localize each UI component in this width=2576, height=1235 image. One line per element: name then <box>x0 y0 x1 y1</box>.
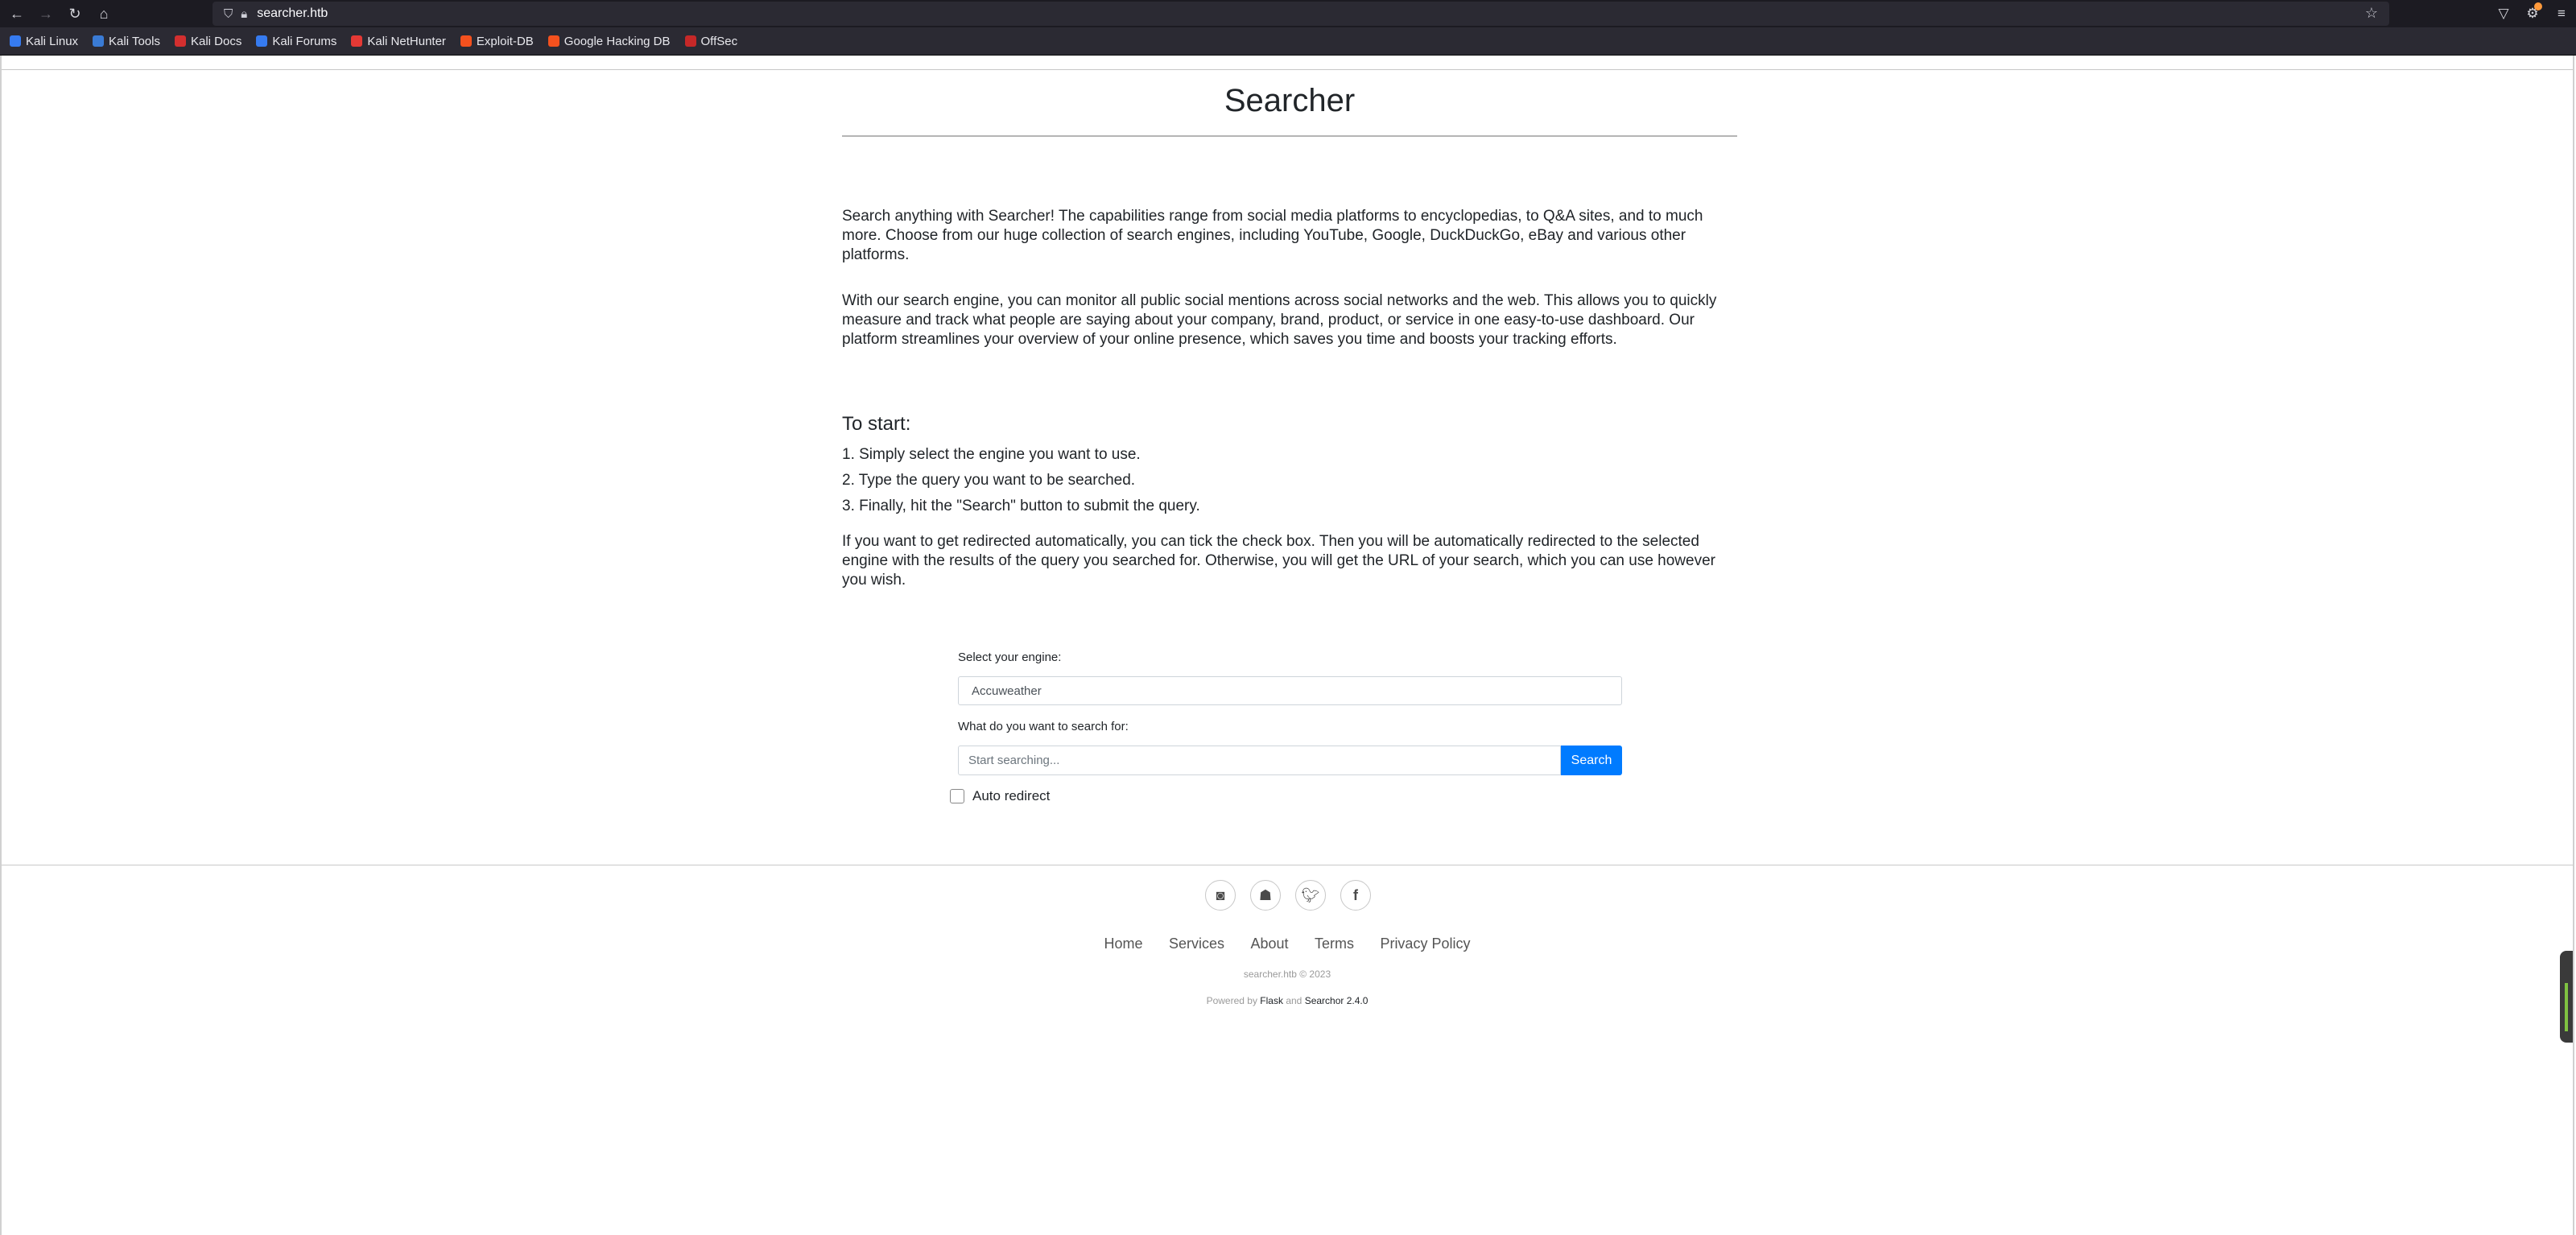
bookmarks-bar: Kali Linux Kali Tools Kali Docs Kali For… <box>0 27 2576 56</box>
footer-link-home[interactable]: Home <box>1104 936 1143 952</box>
bookmark-kali-nethunter[interactable]: Kali NetHunter <box>351 35 446 48</box>
bookmark-label: Kali Docs <box>190 34 242 48</box>
bookmark-label: Google Hacking DB <box>564 34 671 48</box>
bookmark-label: Kali Linux <box>26 34 79 48</box>
intro-paragraph-1: Search anything with Searcher! The capab… <box>842 208 1703 263</box>
footer-link-services[interactable]: Services <box>1169 936 1224 952</box>
engine-select[interactable]: Accuweather <box>958 676 1622 705</box>
social-links: ◙ ☗ 🐦︎ f <box>1205 880 1385 911</box>
extensions-icon[interactable]: ⚙ <box>2518 2 2547 22</box>
forward-arrow-icon[interactable]: → <box>34 2 58 26</box>
list-item: 1. Simply select the engine you want to … <box>842 446 1141 463</box>
kali-nethunter-icon <box>351 35 363 47</box>
shield-icon[interactable]: ⛉ <box>224 7 233 21</box>
footer-link-terms[interactable]: Terms <box>1315 936 1354 952</box>
side-widget[interactable] <box>2560 951 2573 1043</box>
bookmark-label: Exploit-DB <box>476 34 534 48</box>
reload-icon[interactable]: ↻ <box>63 2 87 26</box>
bookmark-kali-linux[interactable]: Kali Linux <box>10 35 78 48</box>
kali-docs-icon <box>174 35 186 47</box>
divider <box>2 69 2573 70</box>
google-hacking-db-icon <box>547 35 559 47</box>
list-item: 3. Finally, hit the "Search" button to s… <box>842 498 1200 514</box>
exploit-db-icon <box>460 35 472 47</box>
bookmark-label: OffSec <box>700 34 738 48</box>
powered-and: and <box>1286 995 1302 1006</box>
twitter-icon[interactable]: 🐦︎ <box>1295 880 1326 911</box>
redirect-note: If you want to get redirected automatica… <box>842 533 1715 589</box>
bookmark-kali-forums[interactable]: Kali Forums <box>256 35 336 48</box>
copyright: searcher.htb © 2023 <box>1243 969 1331 980</box>
powered-by: Powered by Flask and Searchor 2.4.0 <box>2 995 2573 1006</box>
browser-toolbar: ← → ↻ ⌂ ⛉ 🔒︎ searcher.htb ☆ ▽ ⚙ ≡ <box>0 0 2576 27</box>
auto-redirect-row: Auto redirect <box>950 788 1050 804</box>
bookmark-kali-docs[interactable]: Kali Docs <box>174 34 242 48</box>
offsec-icon <box>684 35 696 47</box>
engine-selected-value: Accuweather <box>972 684 1042 698</box>
title-divider <box>842 135 1737 137</box>
snapchat-icon[interactable]: ☗ <box>1250 880 1281 911</box>
flask-link[interactable]: Flask <box>1260 995 1283 1006</box>
search-button[interactable]: Search <box>1561 746 1622 775</box>
auto-redirect-checkbox[interactable] <box>950 789 964 803</box>
to-start-heading: To start: <box>842 413 911 435</box>
bookmark-label: Kali Tools <box>109 34 160 48</box>
page-title: Searcher <box>1224 83 1356 118</box>
kali-linux-icon <box>10 35 21 47</box>
url-text[interactable]: searcher.htb <box>257 6 328 21</box>
search-input[interactable] <box>958 746 1561 775</box>
instagram-icon[interactable]: ◙ <box>1205 880 1236 911</box>
bookmark-exploit-db[interactable]: Exploit-DB <box>460 35 534 48</box>
pocket-icon[interactable]: ▽ <box>2489 6 2518 22</box>
home-icon[interactable]: ⌂ <box>92 2 116 26</box>
bookmark-star-icon[interactable]: ☆ <box>2365 5 2378 22</box>
intro-paragraph-2: With our search engine, you can monitor … <box>842 292 1717 348</box>
bookmark-offsec[interactable]: OffSec <box>684 34 738 48</box>
back-arrow-icon[interactable]: ← <box>5 2 29 26</box>
query-label: What do you want to search for: <box>958 720 1129 733</box>
powered-prefix: Powered by <box>1206 995 1257 1006</box>
kali-tools-icon <box>93 35 105 47</box>
bookmark-label: Kali Forums <box>272 34 337 48</box>
steps-list: 1. Simply select the engine you want to … <box>842 442 1200 519</box>
bookmark-google-hacking-db[interactable]: Google Hacking DB <box>547 34 671 48</box>
bookmark-kali-tools[interactable]: Kali Tools <box>93 35 160 48</box>
page-viewport: Searcher Search anything with Searcher! … <box>0 56 2574 1235</box>
auto-redirect-label[interactable]: Auto redirect <box>972 788 1050 804</box>
footer-link-privacy-policy[interactable]: Privacy Policy <box>1380 936 1470 952</box>
footer-nav: Home Services About Terms Privacy Policy <box>2 936 2573 952</box>
menu-icon[interactable]: ≡ <box>2547 6 2576 22</box>
facebook-icon[interactable]: f <box>1340 880 1371 911</box>
footer-link-about[interactable]: About <box>1250 936 1288 952</box>
bookmark-label: Kali NetHunter <box>367 34 446 48</box>
kali-forums-icon <box>256 35 268 47</box>
widget-bar <box>2565 983 2568 1031</box>
engine-label: Select your engine: <box>958 651 1062 664</box>
searchor-link[interactable]: Searchor 2.4.0 <box>1305 995 1368 1006</box>
url-bar[interactable]: ⛉ 🔒︎ searcher.htb ☆ <box>213 2 2389 26</box>
lock-icon[interactable]: 🔒︎ <box>241 7 247 21</box>
list-item: 2. Type the query you want to be searche… <box>842 472 1136 489</box>
notification-badge <box>2534 2 2542 10</box>
